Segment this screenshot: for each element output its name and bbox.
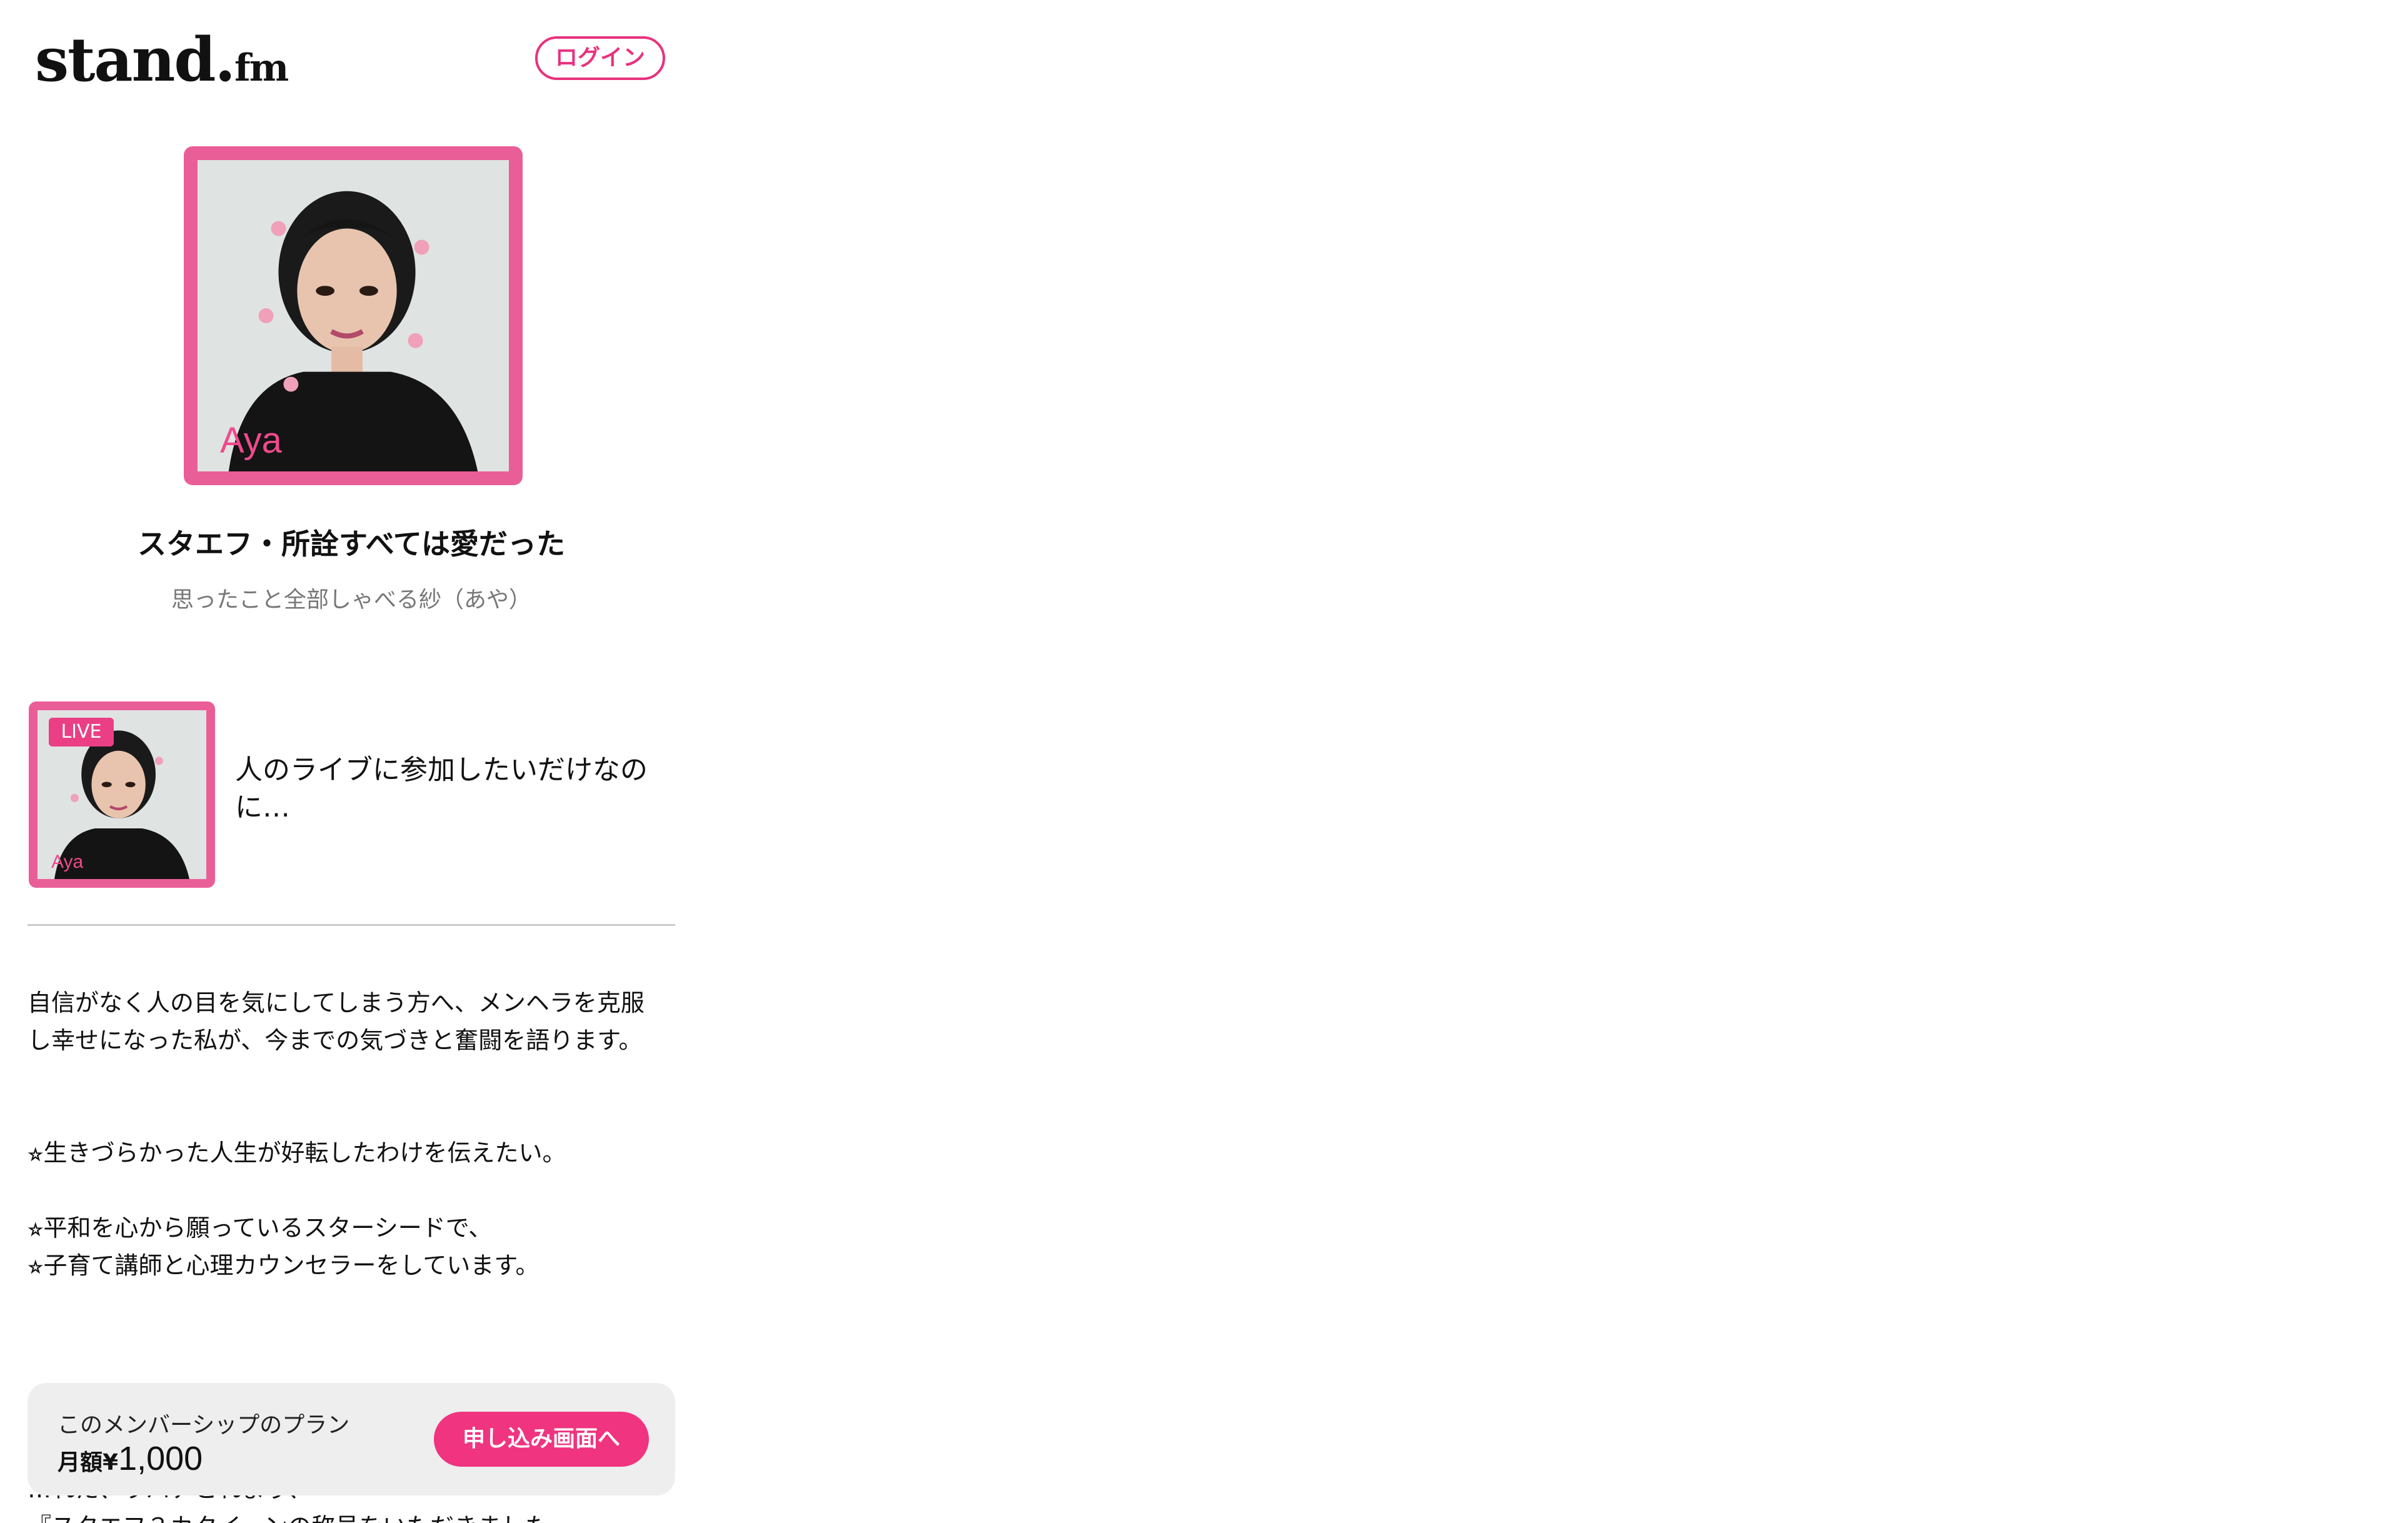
- avatar-name-label: Aya: [220, 420, 282, 461]
- channel-author[interactable]: 思ったこと全部しゃべる紗（あや）: [28, 581, 675, 614]
- channel-avatar: Aya: [184, 146, 523, 485]
- live-item[interactable]: LIVE Aya 人のライブに参加したいだけなのに…: [28, 701, 675, 889]
- logo-dot: .: [214, 24, 236, 95]
- price-prefix: 月額¥: [58, 1450, 119, 1475]
- description-line: 自信がなく人の目を気にしてしまう方へ、メンヘラを克服: [28, 989, 645, 1017]
- header: stand.fm ログイン: [28, 0, 675, 119]
- description-line: ⭐︎生きづらかった人生が好転したわけを伝えたい。: [28, 1139, 566, 1167]
- live-title[interactable]: 人のライブに参加したいだけなのに…: [235, 751, 673, 827]
- plan-price: 月額¥1,000: [58, 1439, 203, 1478]
- price-amount: 1,000: [118, 1440, 203, 1477]
- page: stand.fm ログイン Aya スタエフ・所詮すべては愛だった 思ったこと全…: [0, 0, 2408, 1523]
- standfm-logo[interactable]: stand.fm: [35, 23, 289, 106]
- live-avatar-name-label: Aya: [51, 852, 84, 872]
- description-line: ⭐︎子育て講師と心理カウンセラーをしています。: [28, 1252, 539, 1279]
- logo-text: stand: [35, 24, 216, 95]
- content-column: stand.fm ログイン Aya スタエフ・所詮すべては愛だった 思ったこと全…: [28, 0, 675, 1523]
- membership-plan-card: このメンバーシップのプラン 月額¥1,000 申し込み画面へ: [28, 1383, 675, 1495]
- logo-suffix: fm: [234, 46, 289, 90]
- description-line: し幸せになった私が、今までの気づきと奮闘を語ります。: [28, 1027, 643, 1054]
- description-line: 『スタエフ３カクイーンの称号をいただきました。: [28, 1508, 675, 1523]
- divider: [28, 924, 675, 926]
- plan-label: このメンバーシップのプラン: [58, 1412, 350, 1438]
- channel-description: 自信がなく人の目を気にしてしまう方へ、メンヘラを克服 し幸せになった私が、今まで…: [28, 984, 675, 1284]
- login-button[interactable]: ログイン: [535, 36, 665, 80]
- live-badge: LIVE: [49, 718, 114, 746]
- description-line: ⭐︎平和を心から願っているスターシードで、: [28, 1214, 493, 1242]
- live-thumbnail: LIVE Aya: [29, 701, 215, 888]
- channel-title: スタエフ・所詮すべては愛だった: [137, 527, 566, 561]
- apply-button[interactable]: 申し込み画面へ: [434, 1412, 649, 1467]
